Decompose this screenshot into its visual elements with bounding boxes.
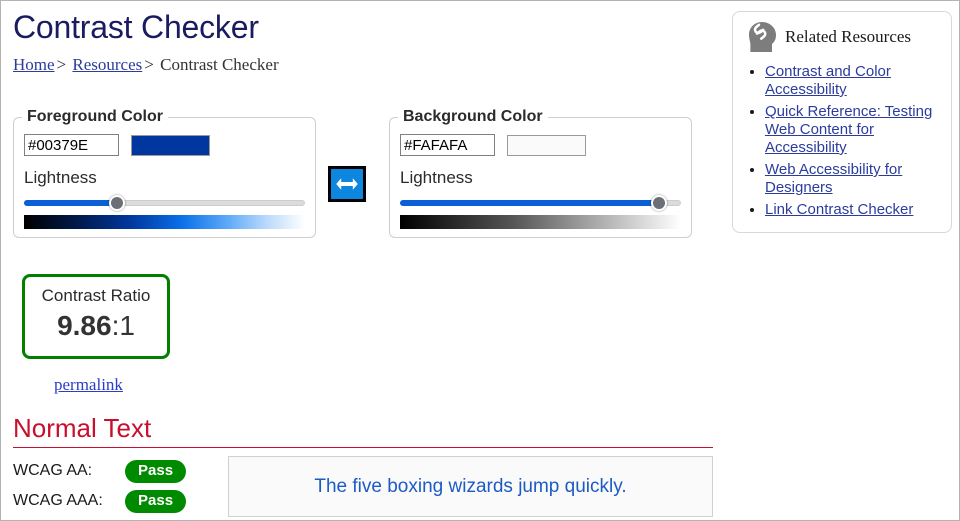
- background-slider-fill: [400, 200, 659, 206]
- background-lightness-label: Lightness: [400, 168, 473, 187]
- status-badge: Pass: [125, 459, 187, 483]
- background-hex-input[interactable]: [400, 134, 495, 156]
- related-resources-panel: Related Resources Contrast and Color Acc…: [732, 11, 952, 233]
- list-item: Link Contrast Checker: [765, 200, 941, 219]
- foreground-slider-fill: [24, 200, 117, 206]
- normal-text-section: Normal Text WCAG AA: Pass WCAG AAA: Pass…: [13, 412, 713, 517]
- background-slider-thumb[interactable]: [650, 195, 667, 211]
- swap-horizontal-icon: [335, 177, 359, 191]
- sample-text-preview: The five boxing wizards jump quickly.: [228, 456, 713, 517]
- permalink-link[interactable]: permalink: [54, 375, 123, 395]
- breadcrumb-link-home[interactable]: Home: [13, 55, 55, 74]
- related-resources-list: Contrast and Color Accessibility Quick R…: [743, 62, 941, 219]
- criterion-label: WCAG AAA:: [13, 492, 103, 509]
- background-lightness-slider[interactable]: [400, 195, 681, 211]
- foreground-hex-input[interactable]: [24, 134, 119, 156]
- background-color-swatch[interactable]: [507, 134, 586, 156]
- breadcrumb-separator: >: [144, 55, 154, 74]
- contrast-ratio-box: Contrast Ratio 9.86:1: [22, 274, 170, 359]
- breadcrumb-current: Contrast Checker: [160, 55, 279, 74]
- related-resources-title: Related Resources: [785, 27, 912, 46]
- link-head-icon: [745, 20, 779, 54]
- foreground-color-fieldset: Foreground Color Lightness: [13, 108, 316, 238]
- main-content: Contrast Checker Home > Resources > Contra…: [13, 7, 719, 75]
- related-resources-header: Related Resources: [743, 20, 941, 54]
- background-legend: Background Color: [403, 108, 543, 125]
- status-badge: Pass: [125, 489, 187, 513]
- breadcrumb: Home > Resources > Contrast Checker: [13, 55, 719, 75]
- contrast-ratio-number: 9.86: [57, 310, 112, 341]
- resource-link-link-contrast-checker[interactable]: Link Contrast Checker: [765, 201, 913, 218]
- foreground-gradient-bar: [24, 215, 305, 229]
- resource-link-web-accessibility-for-designers[interactable]: Web Accessibility for Designers: [765, 161, 902, 196]
- resource-link-contrast-and-color-accessibility[interactable]: Contrast and Color Accessibility: [765, 63, 891, 98]
- background-hex-row: [400, 134, 681, 156]
- criteria-list: WCAG AA: Pass WCAG AAA: Pass: [13, 456, 203, 517]
- criterion-label: WCAG AA:: [13, 462, 93, 479]
- foreground-slider-thumb[interactable]: [108, 195, 125, 211]
- foreground-hex-row: [24, 134, 305, 156]
- foreground-legend: Foreground Color: [27, 108, 163, 125]
- foreground-color-swatch[interactable]: [131, 134, 210, 156]
- breadcrumb-separator: >: [56, 55, 67, 74]
- contrast-ratio-value: 9.86:1: [25, 309, 167, 343]
- list-item: Quick Reference: Testing Web Content for…: [765, 102, 941, 157]
- breadcrumb-link-resources[interactable]: Resources: [72, 55, 142, 74]
- foreground-lightness-slider[interactable]: [24, 195, 305, 211]
- resource-link-quick-reference[interactable]: Quick Reference: Testing Web Content for…: [765, 103, 932, 156]
- normal-text-results: WCAG AA: Pass WCAG AAA: Pass The five bo…: [13, 456, 713, 517]
- contrast-ratio-suffix: :1: [111, 310, 135, 341]
- swap-colors-button[interactable]: [328, 166, 366, 202]
- background-color-fieldset: Background Color Lightness: [389, 108, 692, 238]
- list-item: Web Accessibility for Designers: [765, 160, 941, 197]
- foreground-lightness-label: Lightness: [24, 168, 97, 187]
- normal-text-heading: Normal Text: [13, 412, 713, 448]
- sample-text: The five boxing wizards jump quickly.: [314, 475, 627, 497]
- background-gradient-bar: [400, 215, 681, 229]
- contrast-ratio-label: Contrast Ratio: [41, 286, 151, 305]
- criterion-wcag-aaa: WCAG AAA: Pass: [13, 486, 203, 516]
- page-title: Contrast Checker: [13, 9, 259, 45]
- contrast-checker-page: Contrast Checker Home > Resources > Contra…: [0, 0, 960, 521]
- list-item: Contrast and Color Accessibility: [765, 62, 941, 99]
- criterion-wcag-aa: WCAG AA: Pass: [13, 456, 203, 486]
